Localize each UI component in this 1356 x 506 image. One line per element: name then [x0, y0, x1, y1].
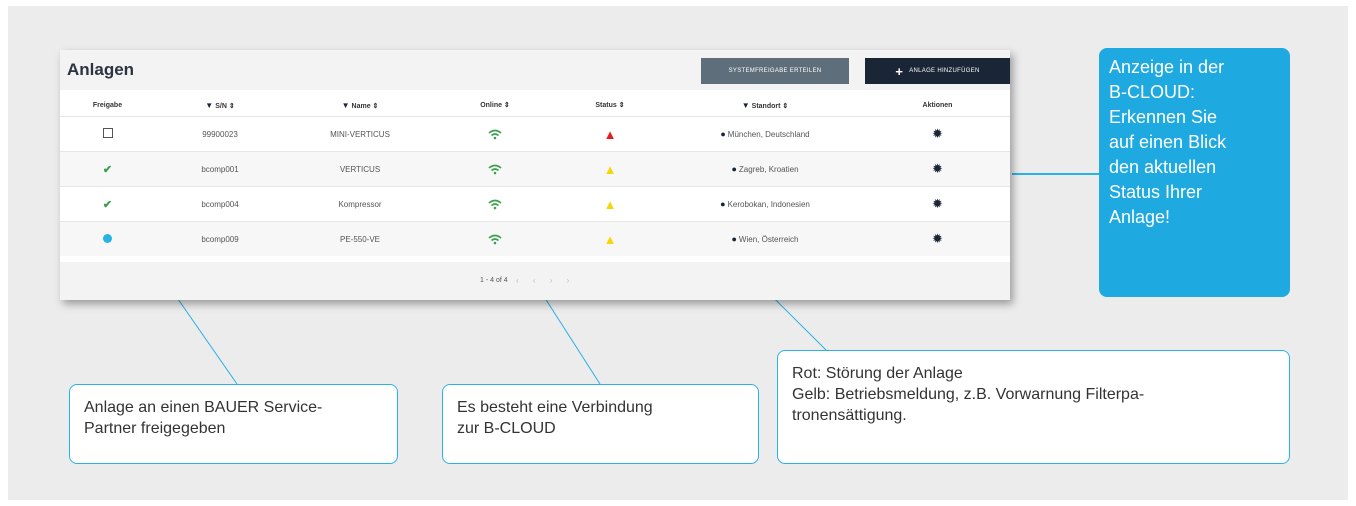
callout-line: Anzeige in der — [1109, 57, 1225, 77]
column-header-standort-label: Standort ⇕ — [751, 102, 789, 110]
location-cell: ● München, Deutschland — [665, 116, 865, 152]
serial-cell: bcomp004 — [155, 186, 285, 222]
column-header-aktionen: Aktionen — [922, 101, 953, 109]
release-cell — [60, 116, 155, 152]
wifi-icon — [488, 199, 502, 209]
status-cell: ▲ — [555, 221, 665, 256]
serial-cell: bcomp001 — [155, 151, 285, 187]
location-label: Kerobokan, Indonesien — [727, 200, 810, 209]
location-label: Wien, Österreich — [738, 235, 799, 244]
wifi-icon — [488, 129, 502, 139]
name-cell: MINI-VERTICUS — [285, 116, 435, 152]
status-cell: ▲ — [555, 116, 665, 152]
callout-line: Gelb: Betriebsmeldung, z.B. Vorwarnung F… — [792, 386, 1145, 403]
table-row[interactable]: 99900023 MINI-VERTICUS ▲ ● München, Deuts… — [60, 116, 1010, 152]
map-pin-icon: ● — [731, 164, 737, 174]
name-cell: VERTICUS — [285, 151, 435, 187]
systems-table: Freigabe ▼ S/N ⇕ ▼ Name ⇕ Online ⇕ Status … — [60, 94, 1010, 256]
plus-icon: + — [895, 63, 904, 79]
name-cell: PE-550-VE — [285, 221, 435, 256]
callout-b-cloud-status: Anzeige in der B-CLOUD: Erkennen Sie auf… — [1099, 48, 1290, 297]
table-row[interactable]: ✔ bcomp004 Kompressor ▲ ● Kerobokan, Indo… — [60, 186, 1010, 222]
table-header-row: Freigabe ▼ S/N ⇕ ▼ Name ⇕ Online ⇕ Status … — [60, 94, 1010, 117]
table-row[interactable]: bcomp009 PE-550-VE ▲ ● Wien, Österreich ✹ — [60, 221, 1010, 256]
release-checkbox[interactable] — [102, 128, 113, 138]
red-warning-icon: ▲ — [603, 126, 617, 142]
gear-icon[interactable]: ✹ — [932, 196, 943, 211]
actions-cell: ✹ — [865, 221, 1010, 256]
online-cell — [435, 116, 555, 152]
callout-line: Status Ihrer — [1109, 182, 1203, 202]
filter-icon[interactable]: ▼ — [342, 101, 350, 110]
release-system-button[interactable]: SYSTEMFREIGABE ERTEILEN — [701, 58, 849, 84]
actions-cell: ✹ — [865, 151, 1010, 187]
callout-line: Rot: Störung der Anlage — [792, 365, 963, 382]
status-cell: ▲ — [555, 186, 665, 222]
filter-icon[interactable]: ▼ — [742, 101, 750, 110]
callout-line: B-CLOUD: — [1109, 82, 1196, 102]
callout-status-legend: Rot: Störung der Anlage Gelb: Betriebsme… — [777, 350, 1290, 464]
page-title: Anlagen — [67, 60, 135, 79]
actions-cell: ✹ — [865, 116, 1010, 152]
release-cell — [60, 221, 155, 256]
online-cell — [435, 186, 555, 222]
status-cell: ▲ — [555, 151, 665, 187]
callout-line: Partner freigegeben — [84, 420, 226, 437]
callout-line: zur B-CLOUD — [457, 420, 556, 437]
yellow-warning-icon: ▲ — [603, 231, 617, 247]
pagination-arrows[interactable]: ‹ ‹ › › — [516, 276, 575, 285]
app-header: Anlagen SYSTEMFREIGABE ERTEILEN + ANLAGE … — [60, 50, 1010, 90]
callout-line: Erkennen Sie — [1109, 107, 1218, 127]
column-header-standort[interactable]: ▼ Standort ⇕ — [665, 94, 865, 117]
pending-dot-icon — [103, 233, 112, 243]
release-cell: ✔ — [60, 186, 155, 222]
callout-line: den aktuellen — [1109, 157, 1217, 177]
column-header-sn[interactable]: ▼ S/N ⇕ — [155, 94, 285, 117]
pagination-bar: 1 - 4 of 4 ‹ ‹ › › — [60, 262, 1010, 300]
gear-icon[interactable]: ✹ — [932, 126, 943, 141]
callout-line: Anlage an einen BAUER Service- — [84, 399, 323, 416]
check-icon: ✔ — [102, 198, 113, 211]
name-cell: Kompressor — [285, 186, 435, 222]
release-cell: ✔ — [60, 151, 155, 187]
location-label: Zagreb, Kroatien — [738, 165, 799, 174]
serial-cell: bcomp009 — [155, 221, 285, 256]
location-cell: ● Wien, Österreich — [665, 221, 865, 256]
map-pin-icon: ● — [720, 199, 726, 209]
online-cell — [435, 151, 555, 187]
column-header-name-label: Name ⇕ — [351, 102, 379, 110]
pagination-label: 1 - 4 of 4 — [480, 277, 508, 284]
callout-cloud-connection: Es besteht eine Verbindung zur B-CLOUD — [442, 384, 759, 464]
column-header-freigabe[interactable]: Freigabe — [60, 94, 155, 117]
callout-partner-release: Anlage an einen BAUER Service- Partner f… — [69, 384, 398, 464]
check-icon: ✔ — [102, 163, 113, 176]
add-system-label: ANLAGE HINZUFÜGEN — [909, 68, 980, 74]
callout-line: Es besteht eine Verbindung — [457, 399, 653, 416]
map-pin-icon: ● — [731, 234, 737, 244]
gear-icon[interactable]: ✹ — [932, 231, 943, 246]
callout-line: Anlage! — [1109, 207, 1171, 227]
serial-cell: 99900023 — [155, 116, 285, 152]
table-row[interactable]: ✔ bcomp001 VERTICUS ▲ ● Zagreb, Kroatien … — [60, 151, 1010, 187]
column-header-name[interactable]: ▼ Name ⇕ — [285, 94, 435, 117]
location-label: München, Deutschland — [727, 130, 810, 139]
column-header-sn-label: S/N ⇕ — [215, 102, 235, 110]
yellow-warning-icon: ▲ — [603, 196, 617, 212]
callout-line: tronensättigung. — [792, 407, 907, 424]
column-header-status[interactable]: Status ⇕ — [555, 94, 665, 117]
column-header-online[interactable]: Online ⇕ — [435, 94, 555, 117]
callout-line: auf einen Blick — [1109, 132, 1227, 152]
filter-icon[interactable]: ▼ — [205, 101, 213, 110]
gear-icon[interactable]: ✹ — [932, 161, 943, 176]
yellow-warning-icon: ▲ — [603, 161, 617, 177]
online-cell — [435, 221, 555, 256]
add-system-button[interactable]: + ANLAGE HINZUFÜGEN — [865, 58, 1010, 84]
wifi-icon — [488, 234, 502, 244]
app-window: Anlagen SYSTEMFREIGABE ERTEILEN + ANLAGE … — [60, 50, 1010, 300]
map-pin-icon: ● — [720, 129, 726, 139]
location-cell: ● Kerobokan, Indonesien — [665, 186, 865, 222]
wifi-icon — [488, 164, 502, 174]
actions-cell: ✹ — [865, 186, 1010, 222]
location-cell: ● Zagreb, Kroatien — [665, 151, 865, 187]
